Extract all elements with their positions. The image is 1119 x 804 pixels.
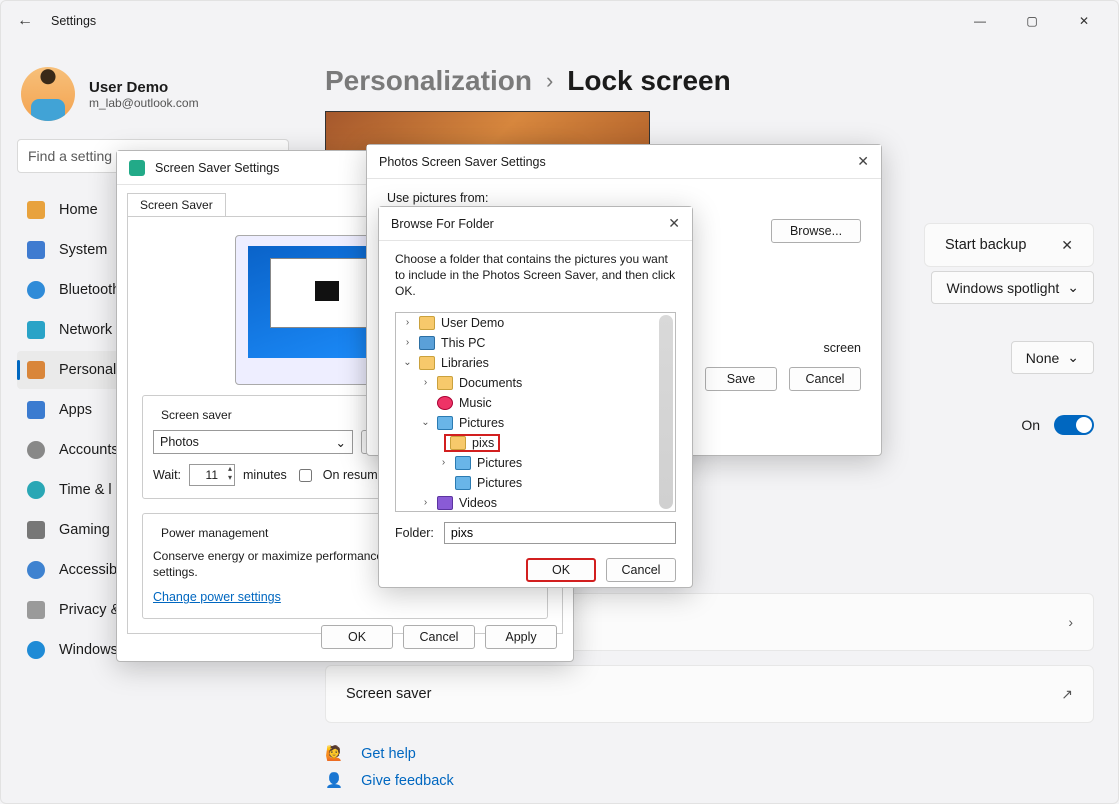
get-help-link[interactable]: Get help [361, 746, 416, 762]
browse-folder-dialog: Browse For Folder ✕ Choose a folder that… [378, 206, 693, 588]
group-saver: Screen saver [157, 408, 236, 422]
folder-input[interactable] [444, 522, 676, 544]
change-power-link[interactable]: Change power settings [153, 590, 281, 604]
window-title: Settings [51, 14, 96, 28]
apply-button[interactable]: Apply [485, 625, 557, 649]
browse-button[interactable]: Browse... [771, 219, 861, 243]
screensaver-card[interactable]: Screen saver ↗ [325, 665, 1094, 723]
chevron-right-icon: › [1068, 614, 1073, 630]
wait-spinner[interactable]: 11 [189, 464, 235, 486]
accessibility-icon [27, 561, 45, 579]
cancel-button[interactable]: Cancel [403, 625, 475, 649]
spotlight-select[interactable]: Windows spotlight [946, 280, 1059, 296]
group-power: Power management [157, 526, 272, 540]
close-icon[interactable]: ✕ [857, 153, 869, 170]
toggle-on[interactable] [1054, 415, 1094, 435]
wait-label: Wait: [153, 468, 181, 482]
breadcrumb-parent[interactable]: Personalization [325, 65, 532, 97]
feedback-link[interactable]: Give feedback [361, 773, 454, 789]
dialog-desc: Choose a folder that contains the pictur… [379, 241, 692, 304]
tree-selected-pixs[interactable]: pixs [444, 434, 500, 452]
user-block[interactable]: User Demo m_lab@outlook.com [17, 61, 289, 139]
external-link-icon: ↗ [1061, 686, 1073, 703]
shield-icon [27, 601, 45, 619]
chevron-down-icon: ⌄ [1067, 279, 1079, 296]
ok-button[interactable]: OK [526, 558, 596, 582]
save-button[interactable]: Save [705, 367, 777, 391]
user-name: User Demo [89, 79, 199, 96]
chevron-down-icon: ⌄ [1067, 349, 1079, 366]
chevron-right-icon: › [546, 68, 553, 94]
bluetooth-icon [27, 281, 45, 299]
back-button[interactable]: ← [11, 7, 39, 35]
onresume-checkbox[interactable] [299, 469, 312, 482]
monitor-icon [129, 160, 145, 176]
feedback-icon: 👤 [325, 772, 343, 789]
status-select[interactable]: None [1026, 350, 1059, 366]
update-icon [27, 641, 45, 659]
brush-icon [27, 361, 45, 379]
minimize-button[interactable]: — [964, 9, 996, 33]
dialog-title: Browse For Folder [391, 217, 494, 231]
breadcrumb-current: Lock screen [567, 65, 730, 97]
folder-label: Folder: [395, 526, 434, 540]
cancel-button[interactable]: Cancel [606, 558, 676, 582]
close-button[interactable]: ✕ [1068, 9, 1100, 33]
home-icon [27, 201, 45, 219]
search-placeholder: Find a setting [28, 148, 112, 164]
titlebar: ← Settings — ▢ ✕ [1, 1, 1118, 41]
folder-tree[interactable]: ›User Demo ›This PC ⌄Libraries ›Document… [395, 312, 676, 512]
breadcrumb: Personalization › Lock screen [325, 65, 1094, 97]
start-backup[interactable]: Start backup [945, 237, 1026, 253]
screensaver-label: Screen saver [346, 686, 431, 702]
apps-icon [27, 401, 45, 419]
use-from-label: Use pictures from: [387, 191, 861, 205]
help-icon: 🙋 [325, 745, 343, 762]
maximize-button[interactable]: ▢ [1016, 9, 1048, 33]
system-icon [27, 241, 45, 259]
screensaver-select[interactable]: Photos⌄ [153, 430, 353, 454]
lockscreen-text: screen [823, 341, 861, 355]
close-icon[interactable]: ✕ [1061, 237, 1073, 254]
dialog-title: Photos Screen Saver Settings [379, 155, 546, 169]
wifi-icon [27, 321, 45, 339]
cancel-button[interactable]: Cancel [789, 367, 861, 391]
person-icon [27, 441, 45, 459]
close-icon[interactable]: ✕ [668, 215, 680, 232]
gamepad-icon [27, 521, 45, 539]
tab-screensaver[interactable]: Screen Saver [127, 193, 226, 216]
user-email: m_lab@outlook.com [89, 96, 199, 110]
dialog-title: Screen Saver Settings [155, 161, 279, 175]
chevron-down-icon: ⌄ [336, 435, 346, 450]
avatar [21, 67, 75, 121]
on-label: On [1021, 417, 1040, 433]
scrollbar[interactable] [659, 315, 673, 509]
minutes-label: minutes [243, 468, 287, 482]
ok-button[interactable]: OK [321, 625, 393, 649]
globe-icon [27, 481, 45, 499]
